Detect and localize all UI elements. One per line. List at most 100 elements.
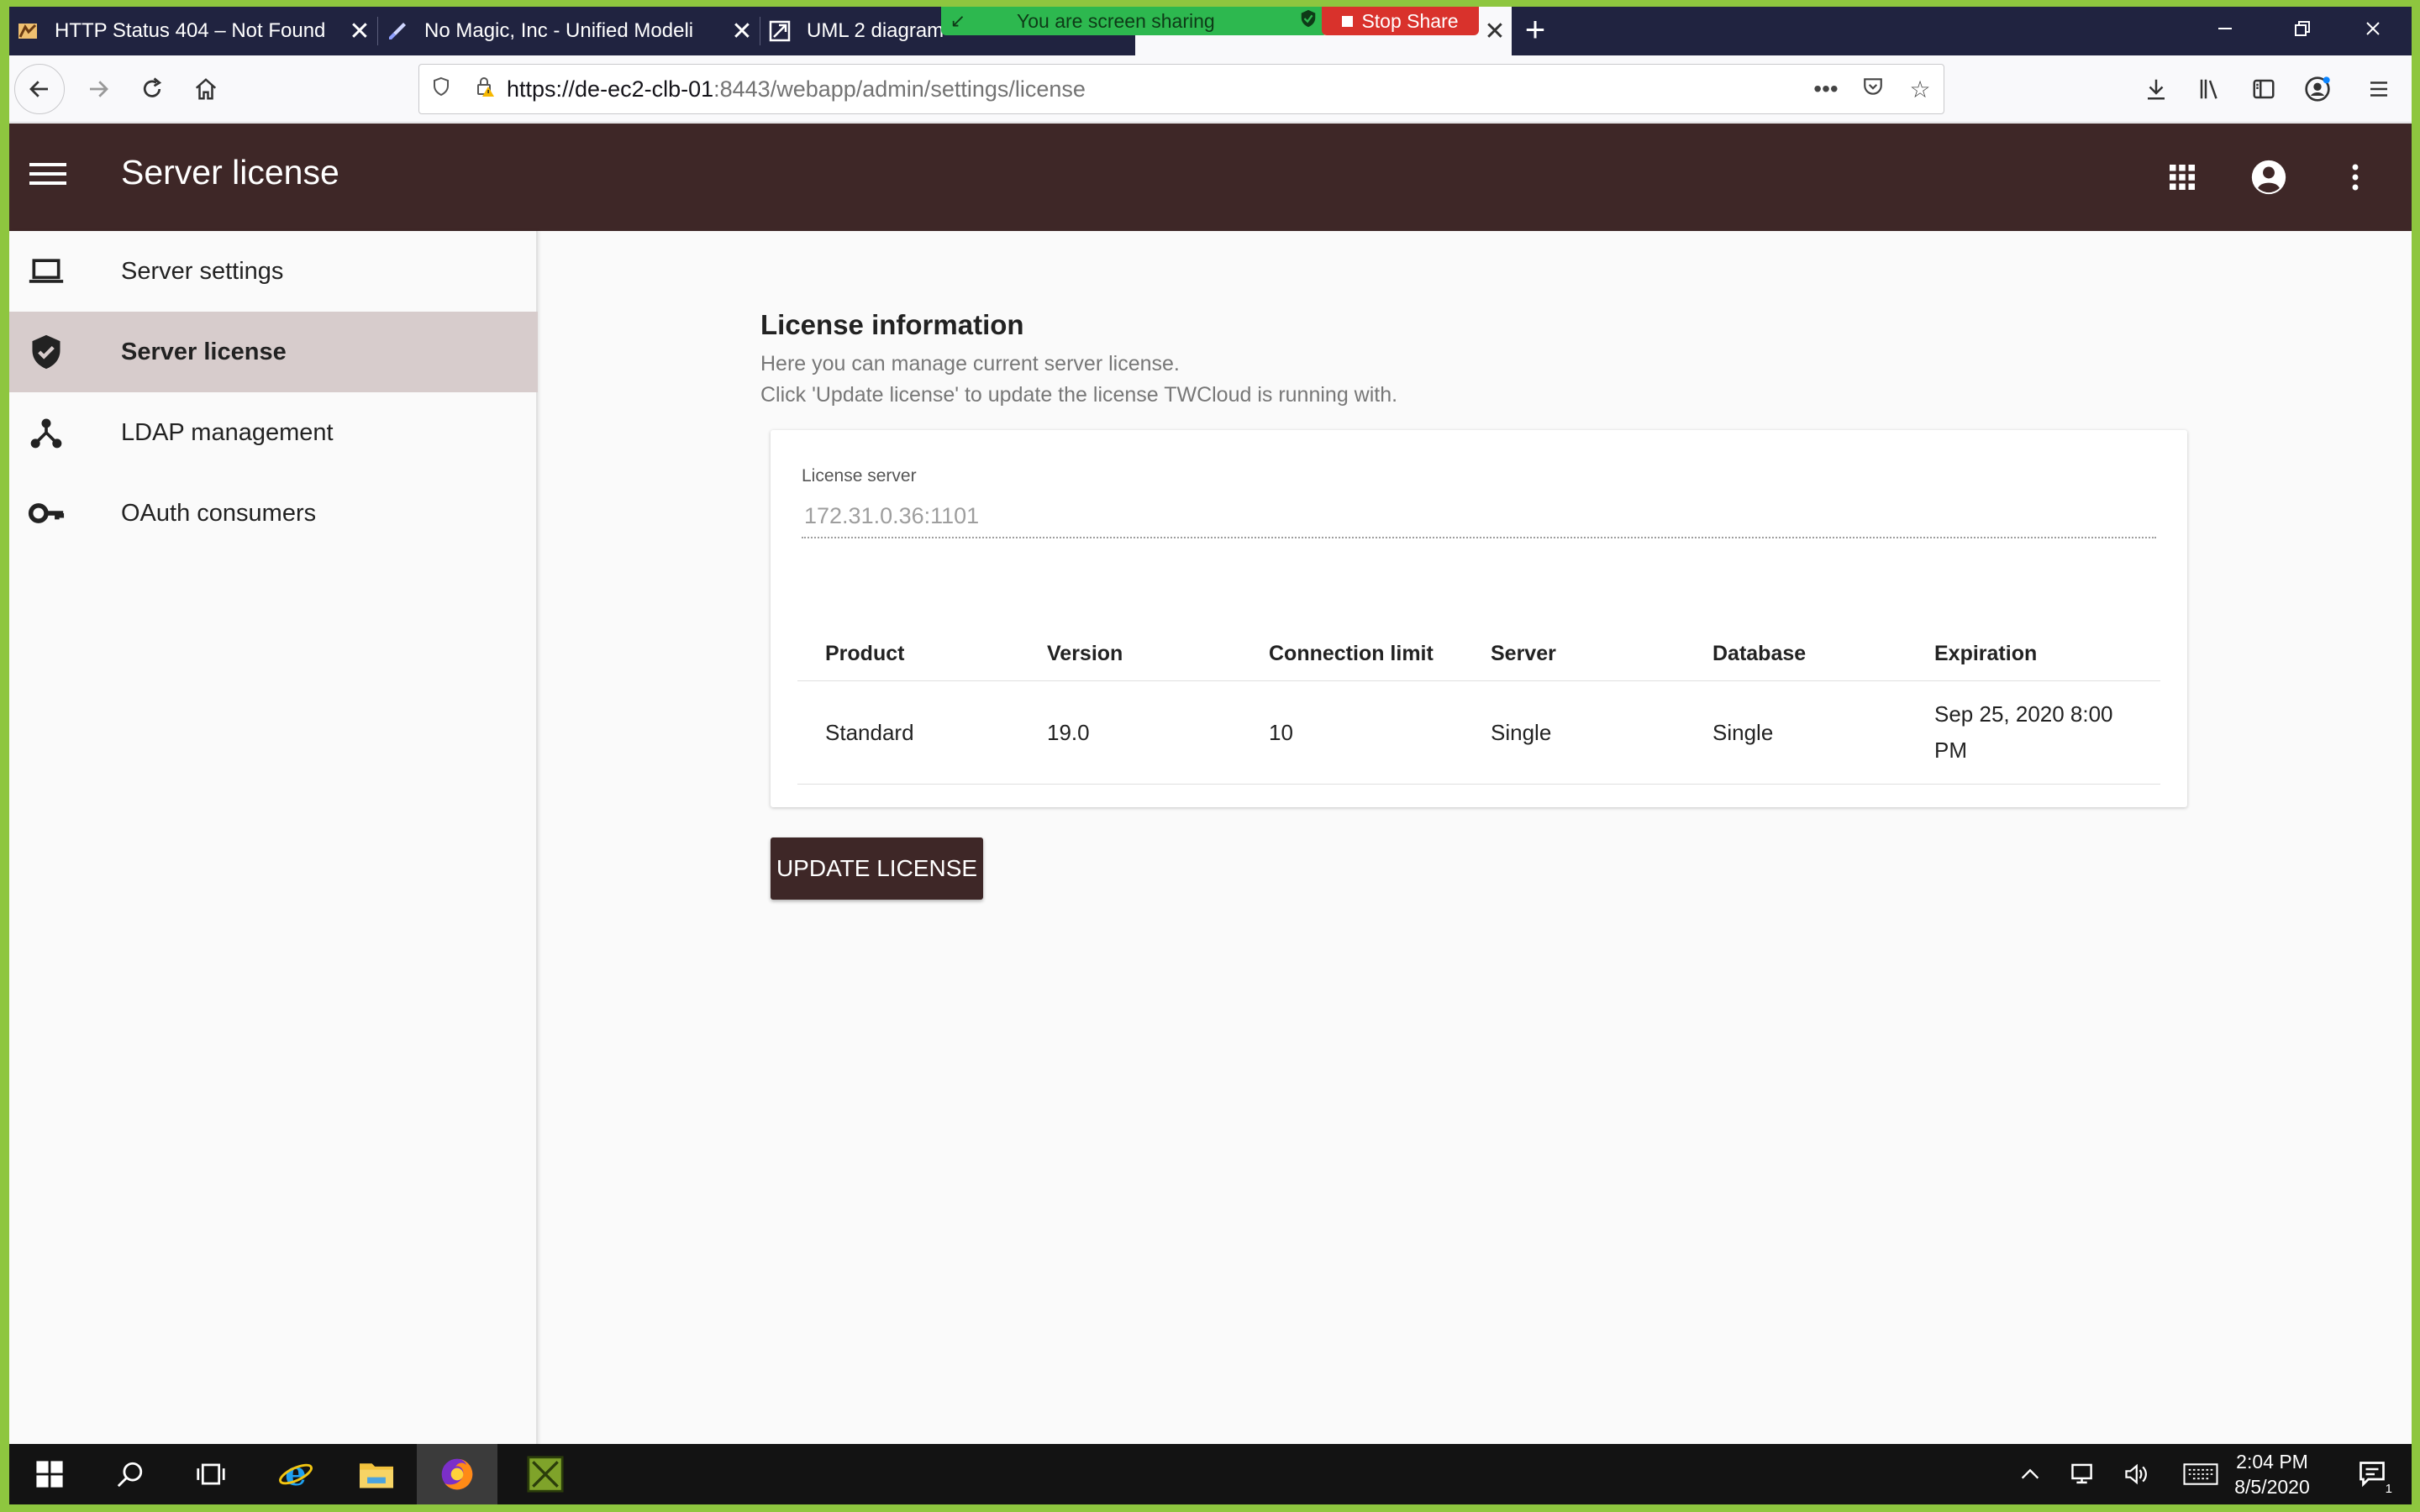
license-server-field: 172.31.0.36:1101 <box>804 503 980 528</box>
license-info-heading: License information <box>760 309 1024 340</box>
more-vert-icon[interactable] <box>2328 150 2382 204</box>
windows-start-icon[interactable] <box>9 1444 90 1504</box>
table-cell: Standard <box>825 719 914 745</box>
download-icon[interactable] <box>2136 69 2176 109</box>
sidebar: Server settings Server license LDAP mana… <box>9 231 538 1451</box>
table-cell: Single <box>1712 719 1774 745</box>
account-icon[interactable] <box>2297 69 2338 109</box>
volume-icon[interactable] <box>2111 1444 2165 1504</box>
brush-favicon-icon <box>386 19 409 43</box>
screen: HTTP Status 404 – Not Found ✕ No Magic, … <box>9 7 2412 1504</box>
license-server-label: License server <box>802 466 917 486</box>
sidebar-item-label: OAuth consumers <box>121 499 317 527</box>
update-license-button[interactable]: UPDATE LICENSE <box>771 837 983 900</box>
table-cell: Sep 25, 2020 8:00 PM <box>1934 701 2113 763</box>
restore-window-icon[interactable] <box>2264 7 2341 55</box>
column-header: Expiration <box>1934 642 2038 665</box>
tracking-shield-icon[interactable] <box>419 76 463 102</box>
home-button[interactable] <box>186 69 226 109</box>
pocket-icon[interactable] <box>1849 76 1897 103</box>
back-button[interactable] <box>14 64 65 114</box>
close-tab-icon[interactable]: ✕ <box>725 17 759 46</box>
license-card: License server 172.31.0.36:1101 Product … <box>771 430 2187 807</box>
minimize-window-icon[interactable] <box>2186 7 2264 55</box>
taskbar-clock[interactable]: 2:04 PM 8/5/2020 <box>2222 1449 2323 1499</box>
reload-button[interactable] <box>132 69 172 109</box>
app-bar: Server license <box>9 123 2412 231</box>
browser-nav-bar: https://de-ec2-clb-01:8443/webapp/admin/… <box>9 55 2412 123</box>
table-cell: 10 <box>1269 719 1293 745</box>
sidebar-icon[interactable] <box>2244 69 2284 109</box>
page-title: Server license <box>121 153 339 192</box>
laptop-icon <box>9 253 121 290</box>
account-circle-icon[interactable] <box>2242 150 2296 204</box>
new-tab-button[interactable]: + <box>1513 7 1557 55</box>
sidebar-item-label: Server settings <box>121 257 284 285</box>
license-info-description: Click 'Update license' to update the lic… <box>760 383 1398 407</box>
stop-share-button[interactable]: Stop Share <box>1322 7 1479 35</box>
column-header: Version <box>1047 642 1123 665</box>
svg-text:e: e <box>285 1456 307 1493</box>
modeling-app-icon[interactable] <box>505 1444 586 1504</box>
close-tab-icon[interactable]: ✕ <box>1478 17 1512 46</box>
arrow-icon: ↙ <box>950 10 966 31</box>
library-icon[interactable] <box>2190 69 2230 109</box>
taskbar: e 2:04 PM 8/5/2020 1 <box>9 1444 2412 1504</box>
internet-explorer-icon[interactable]: e <box>255 1444 336 1504</box>
column-header: Product <box>825 642 905 665</box>
hub-icon <box>9 414 121 451</box>
menu-icon[interactable] <box>29 157 66 194</box>
column-header: Server <box>1491 642 1556 665</box>
task-view-icon[interactable] <box>171 1444 251 1504</box>
sidebar-item-label: LDAP management <box>121 418 334 446</box>
sidebar-item-label: Server license <box>121 338 287 365</box>
license-info-description: Here you can manage current server licen… <box>760 352 1180 375</box>
tomcat-favicon-icon <box>16 19 39 43</box>
sidebar-item-server-settings[interactable]: Server settings <box>9 231 538 312</box>
close-window-icon[interactable] <box>2334 7 2412 55</box>
tab-title: No Magic, Inc - Unified Modeli <box>424 19 694 42</box>
url-path: :8443/webapp/admin/settings/license <box>713 76 1086 102</box>
tab-title: HTTP Status 404 – Not Found <box>55 19 326 42</box>
table-cell: 19.0 <box>1047 719 1090 745</box>
file-explorer-icon[interactable] <box>336 1444 417 1504</box>
notification-center-icon[interactable]: 1 <box>2345 1444 2399 1504</box>
clock-time: 2:04 PM <box>2236 1451 2308 1473</box>
chevron-up-icon[interactable] <box>2003 1444 2057 1504</box>
bookmark-star-icon[interactable]: ☆ <box>1897 76 1944 103</box>
more-icon[interactable]: ••• <box>1802 76 1849 102</box>
url-text[interactable]: https://de-ec2-clb-01:8443/webapp/admin/… <box>507 76 1802 102</box>
table-row: Standard 19.0 10 Single Single Sep 25, 2… <box>797 681 2160 785</box>
shield-check-icon <box>9 333 121 370</box>
browser-tab[interactable]: HTTP Status 404 – Not Found ✕ <box>9 7 376 55</box>
forward-button[interactable] <box>78 69 118 109</box>
firefox-taskbar-icon[interactable] <box>417 1444 497 1504</box>
main-content: License information Here you can manage … <box>539 231 2412 1451</box>
browser-tab[interactable]: No Magic, Inc - Unified Modeli ✕ <box>379 7 759 55</box>
diagram-favicon-icon <box>768 19 792 43</box>
screen-share-text: You are screen sharing <box>1017 9 1215 32</box>
close-tab-icon[interactable]: ✕ <box>343 17 376 46</box>
apps-grid-icon[interactable] <box>2155 150 2209 204</box>
key-icon <box>9 495 121 532</box>
hamburger-menu-icon[interactable] <box>2359 69 2399 109</box>
stop-icon <box>1342 15 1354 27</box>
column-header: Connection limit <box>1269 642 1434 665</box>
url-host: https://de-ec2-clb-01 <box>507 76 714 102</box>
notification-count: 1 <box>2385 1482 2392 1496</box>
column-header: Database <box>1712 642 1807 665</box>
sidebar-item-ldap-management[interactable]: LDAP management <box>9 392 538 473</box>
table-cell: Single <box>1491 719 1552 745</box>
sidebar-item-server-license[interactable]: Server license <box>9 312 538 392</box>
search-icon[interactable] <box>90 1444 171 1504</box>
clock-date: 8/5/2020 <box>2234 1476 2310 1498</box>
screen-share-banner: ↙ You are screen sharing <box>941 7 1328 35</box>
field-underline <box>802 537 2156 538</box>
license-table-header: Product Version Connection limit Server … <box>797 627 2160 681</box>
network-icon[interactable] <box>2057 1444 2111 1504</box>
stop-share-label: Stop Share <box>1361 9 1459 32</box>
tab-separator <box>377 17 378 45</box>
sidebar-item-oauth-consumers[interactable]: OAuth consumers <box>9 473 538 554</box>
insecure-lock-icon[interactable] <box>463 76 507 103</box>
address-bar[interactable]: https://de-ec2-clb-01:8443/webapp/admin/… <box>418 64 1944 114</box>
